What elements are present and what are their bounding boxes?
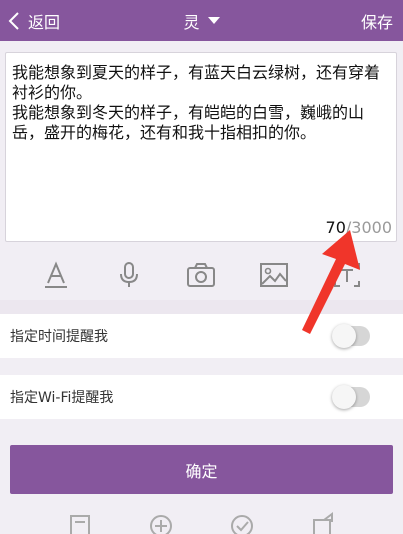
wifi-reminder-toggle[interactable]	[332, 385, 370, 409]
annotation-arrow-icon	[302, 230, 360, 334]
title-selector[interactable]: 灵	[0, 0, 403, 41]
microphone-icon	[119, 262, 138, 287]
image-button[interactable]	[257, 260, 291, 290]
share-icon[interactable]	[310, 508, 336, 534]
page-title: 灵	[183, 12, 200, 32]
image-icon	[260, 263, 289, 287]
text-style-button[interactable]	[39, 260, 73, 290]
note-text[interactable]: 我能想象到夏天的样子，有蓝天白云绿树，还有穿着衬衫的你。 我能想象到冬天的样子，…	[12, 63, 390, 143]
wifi-reminder-row[interactable]: 指定Wi-Fi提醒我	[0, 375, 403, 419]
voice-input-button[interactable]	[112, 260, 146, 290]
top-bar: 返回 灵 保存	[0, 0, 403, 41]
text-style-icon	[45, 261, 68, 288]
confirm-button[interactable]: 确定	[10, 445, 393, 494]
check-circle-icon[interactable]	[229, 508, 255, 534]
wifi-reminder-label: 指定Wi-Fi提醒我	[10, 390, 114, 406]
save-button[interactable]: 保存	[361, 0, 393, 41]
add-circle-icon[interactable]	[148, 508, 174, 534]
caret-down-icon	[207, 17, 220, 24]
time-reminder-label: 指定时间提醒我	[10, 329, 108, 345]
toggle-knob	[332, 385, 356, 409]
bottom-action-bar	[0, 508, 403, 534]
note-list-icon[interactable]	[67, 508, 93, 534]
camera-button[interactable]	[184, 260, 218, 290]
note-editor[interactable]: 我能想象到夏天的样子，有蓝天白云绿树，还有穿着衬衫的你。 我能想象到冬天的样子，…	[5, 52, 397, 242]
camera-icon	[187, 263, 216, 287]
